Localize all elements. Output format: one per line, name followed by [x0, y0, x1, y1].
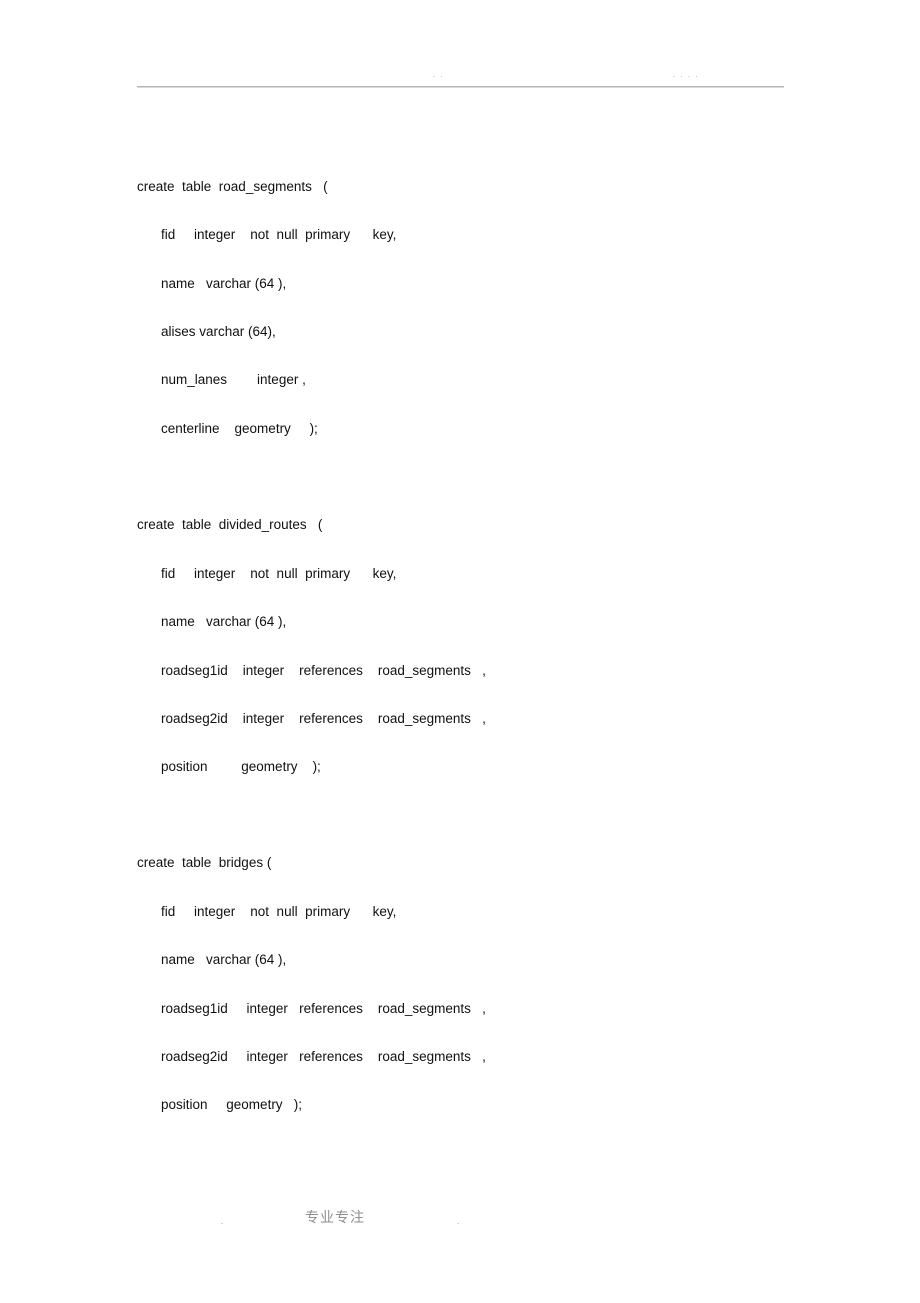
code-line: roadseg2id integer references road_segme…: [161, 1049, 486, 1064]
code-line: centerline geometry );: [161, 421, 318, 436]
code-line: create table divided_routes (: [137, 517, 323, 532]
code-line: position geometry );: [161, 1097, 303, 1112]
code-line: num_lanes integer ,: [161, 372, 306, 387]
code-line: position geometry );: [161, 759, 321, 774]
code-line: roadseg1id integer references road_segme…: [161, 1001, 486, 1016]
footer-watermark: 专业专注: [305, 1210, 365, 1226]
footer-artifact-right: .: [457, 1216, 460, 1226]
document-page: { "page": { "width": 920, "height": 1303…: [0, 0, 920, 1303]
code-line: name varchar (64 ),: [161, 952, 287, 967]
code-line: fid integer not null primary key,: [161, 227, 397, 242]
code-line: create table road_segments (: [137, 179, 328, 194]
page-footer: . 专业专注 .: [0, 1206, 920, 1236]
code-line: create table bridges (: [137, 855, 272, 870]
code-line: name varchar (64 ),: [161, 276, 287, 291]
code-line: fid integer not null primary key,: [161, 904, 397, 919]
code-line: fid integer not null primary key,: [161, 566, 397, 581]
header-artifact-right: . . . .: [673, 71, 700, 79]
code-line: alises varchar (64),: [161, 324, 276, 339]
footer-artifact-left: .: [221, 1216, 224, 1226]
code-line: roadseg2id integer references road_segme…: [161, 711, 486, 726]
header-artifact-left: . .: [433, 71, 445, 79]
header-divider-rule: [137, 86, 784, 88]
code-line: roadseg1id integer references road_segme…: [161, 663, 486, 678]
code-line: name varchar (64 ),: [161, 614, 287, 629]
